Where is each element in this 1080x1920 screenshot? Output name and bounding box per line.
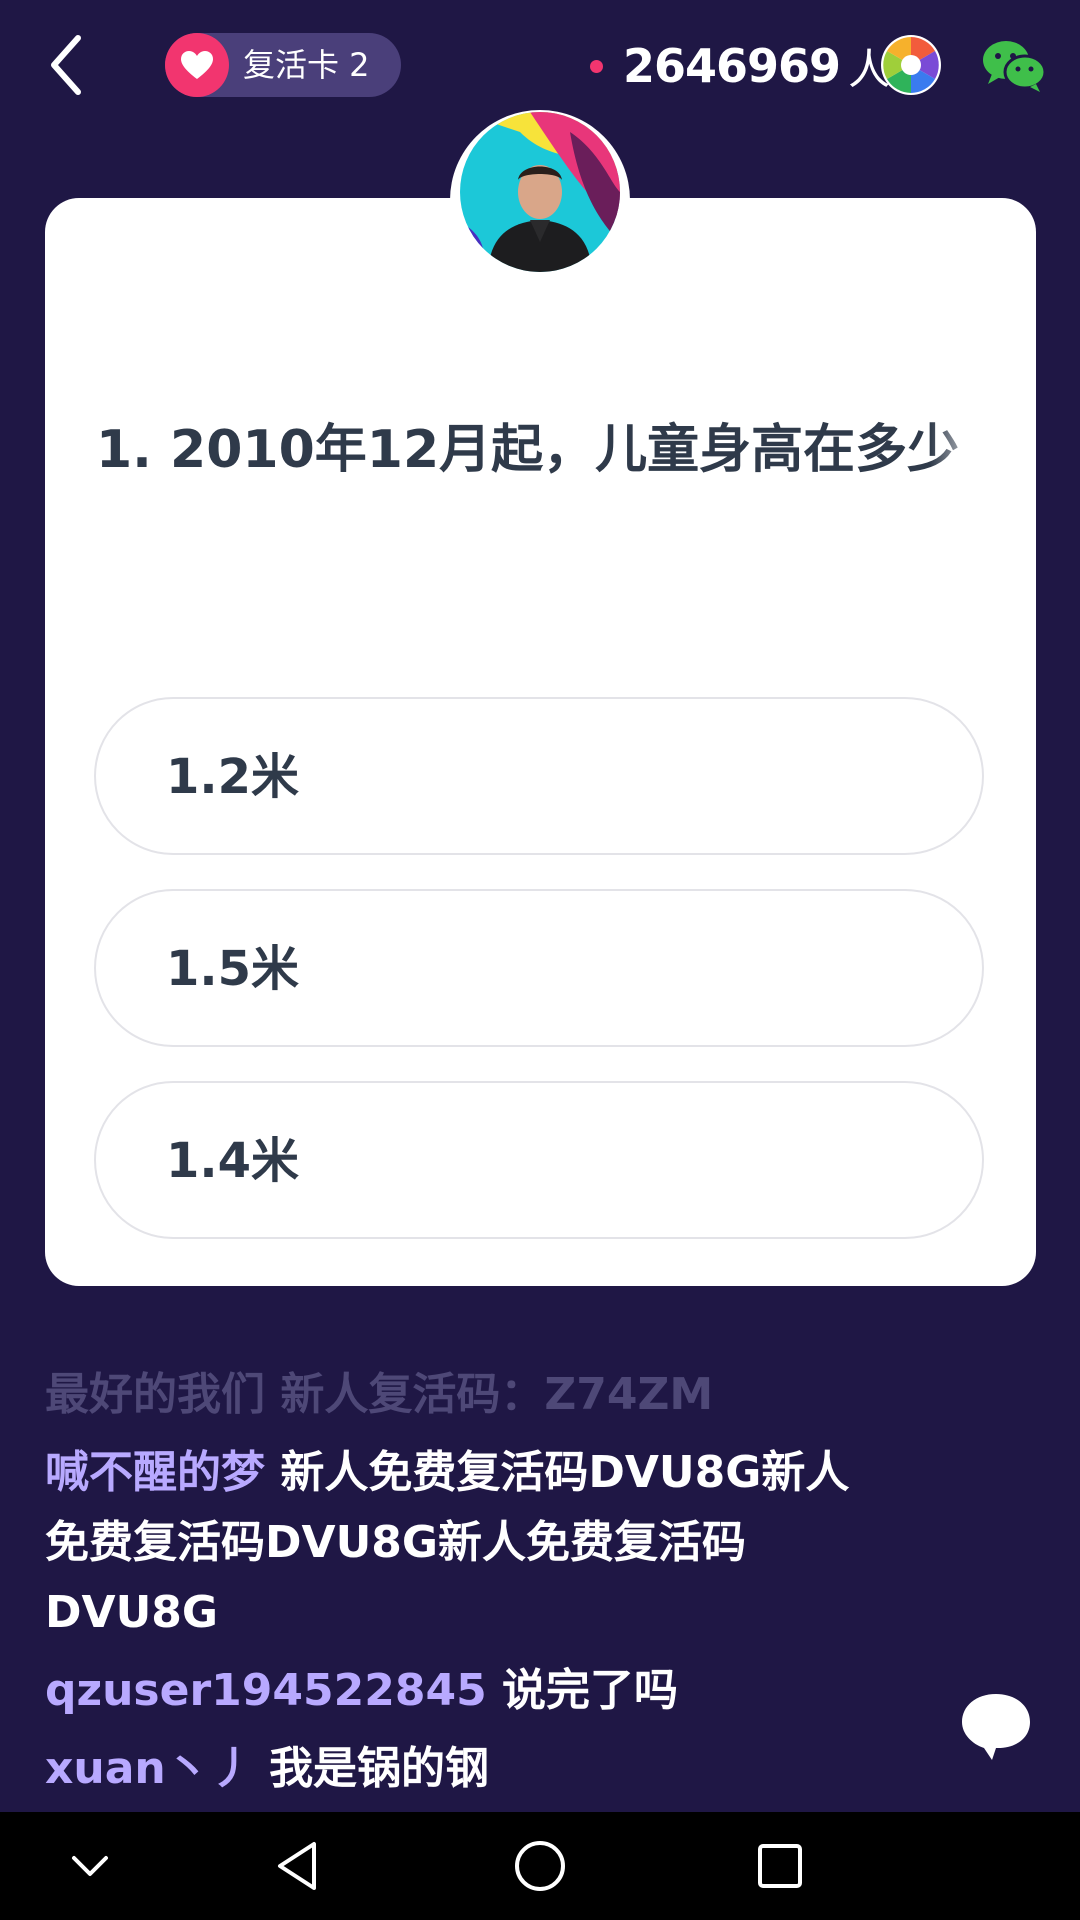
wechat-icon[interactable] bbox=[982, 38, 1046, 94]
chat-message: 最好的我们 新人复活码：Z74ZM bbox=[45, 1360, 865, 1430]
chat-username: qzuser194522845 bbox=[45, 1665, 487, 1716]
online-count: 2646969 bbox=[623, 39, 841, 93]
answer-option-3[interactable]: 1.4米 bbox=[94, 1081, 984, 1239]
question-overflow-fade bbox=[930, 410, 990, 490]
recents-square-icon[interactable] bbox=[750, 1836, 810, 1896]
chat-feed: 最好的我们 新人复活码：Z74ZM 喊不醒的梦 新人免费复活码DVU8G新人免费… bbox=[45, 1360, 865, 1804]
chat-text: 新人复活码：Z74ZM bbox=[280, 1369, 714, 1420]
online-counter: 2646969 人 bbox=[590, 36, 890, 96]
camera-shutter-icon[interactable] bbox=[880, 34, 942, 96]
answer-option-label: 1.4米 bbox=[166, 1133, 300, 1189]
chat-message: qzuser194522845 说完了吗 bbox=[45, 1656, 865, 1726]
chat-bubble-icon[interactable] bbox=[958, 1688, 1034, 1764]
home-circle-icon[interactable] bbox=[510, 1836, 570, 1896]
host-avatar bbox=[460, 112, 620, 272]
collapse-icon[interactable] bbox=[60, 1836, 120, 1896]
chat-username: 最好的我们 bbox=[45, 1369, 265, 1420]
chat-message: 喊不醒的梦 新人免费复活码DVU8G新人免费复活码DVU8G新人免费复活码DVU… bbox=[45, 1438, 865, 1648]
back-triangle-icon[interactable] bbox=[270, 1836, 330, 1896]
heart-icon bbox=[165, 33, 229, 97]
system-nav-bar bbox=[0, 1812, 1080, 1920]
answer-option-label: 1.2米 bbox=[166, 749, 300, 805]
back-icon[interactable] bbox=[40, 30, 96, 100]
answer-option-1[interactable]: 1.2米 bbox=[94, 697, 984, 855]
revive-card-badge[interactable]: 复活卡 2 bbox=[165, 33, 401, 97]
chat-message: xuan丶丿 我是锅的钢 bbox=[45, 1734, 865, 1804]
revive-card-label: 复活卡 2 bbox=[243, 46, 370, 84]
answer-option-label: 1.5米 bbox=[166, 941, 300, 997]
chat-username: xuan丶丿 bbox=[45, 1743, 254, 1794]
live-dot bbox=[590, 59, 603, 73]
chat-text: 我是锅的钢 bbox=[269, 1743, 490, 1794]
chat-username: 喊不醒的梦 bbox=[45, 1447, 265, 1498]
answer-option-2[interactable]: 1.5米 bbox=[94, 889, 984, 1047]
chat-text: 说完了吗 bbox=[502, 1665, 679, 1716]
question-text: 1. 2010年12月起，儿童身高在多少 bbox=[96, 420, 960, 480]
